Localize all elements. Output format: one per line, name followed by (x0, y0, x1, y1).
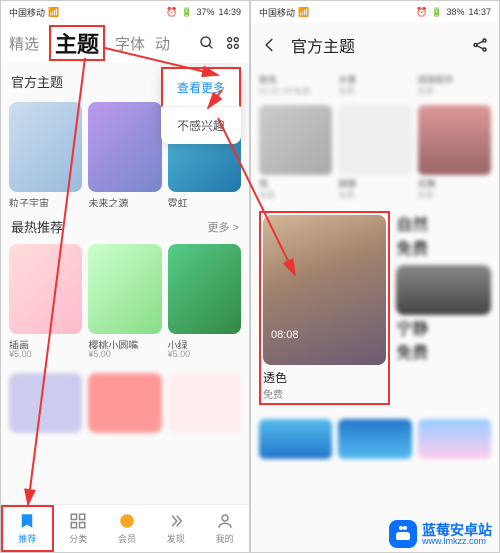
nav-discover[interactable]: 发现 (151, 505, 200, 552)
theme-card[interactable]: 娴静免费 (338, 105, 411, 201)
page-title: 官方主题 (291, 33, 355, 57)
theme-card[interactable]: 樱桃小圆嘴 ¥5.00 (88, 244, 161, 359)
nav-member[interactable]: 会员 (103, 505, 152, 552)
theme-card[interactable]: 简免费 (259, 105, 332, 201)
dropdown-not-interested[interactable]: 不感兴趣 (161, 107, 241, 144)
tab-anim[interactable]: 动 (155, 33, 170, 54)
theme-card[interactable]: 未来之源 (88, 102, 161, 207)
top-tabs: 精选 主题 字体 动 (1, 23, 249, 63)
phone-right-screenshot: 中国移动 📶 ⏰ 🔋 38% 14:37 官方主题 致色¥3.00 VIP免费 … (250, 0, 500, 553)
dropdown-view-more[interactable]: 查看更多 (161, 67, 241, 107)
back-icon[interactable] (261, 36, 279, 54)
clock-label: 14:39 (218, 7, 241, 17)
theme-card[interactable]: 粒子宇宙 (9, 102, 82, 207)
featured-theme-name: 透色 (263, 369, 386, 386)
alarm-icon: ⏰ (416, 7, 427, 18)
search-icon[interactable] (199, 35, 215, 51)
featured-theme-card[interactable]: 08:08 透色 免费 (259, 211, 390, 405)
theme-row-partial (251, 415, 499, 463)
watermark-robot-icon (389, 520, 417, 548)
grid-icon[interactable] (225, 35, 241, 51)
page-header: 官方主题 (251, 23, 499, 67)
theme-card[interactable]: 插画 ¥5.00 (9, 244, 82, 359)
watermark-title: 蓝莓安卓站 (422, 523, 492, 537)
theme-thumbnail (88, 102, 161, 192)
hot-more-link[interactable]: 更多 > (208, 219, 239, 235)
theme-thumbnail (9, 102, 82, 192)
dropdown-menu: 查看更多 不感兴趣 (161, 67, 241, 144)
share-icon[interactable] (471, 36, 489, 54)
battery-percent: 37% (196, 7, 214, 17)
signal-icon: 📶 (298, 7, 309, 18)
status-bar: 中国移动 📶 ⏰ 🔋 37% 14:39 (1, 1, 249, 23)
theme-card[interactable]: 自然 免费 (396, 211, 491, 259)
theme-thumbnail (88, 244, 161, 334)
watermark: 蓝莓安卓站 www.lmkzz.com (389, 520, 492, 548)
theme-thumbnail (9, 244, 82, 334)
battery-percent: 38% (446, 7, 464, 17)
featured-theme-row: 08:08 透色 免费 自然 免费 宁静 免费 (251, 205, 499, 411)
theme-thumbnail (168, 244, 241, 334)
status-bar: 中国移动 📶 ⏰ 🔋 38% 14:37 (251, 1, 499, 23)
theme-card[interactable]: 小绿 ¥5.00 (168, 244, 241, 359)
phone-left-screenshot: 中国移动 📶 ⏰ 🔋 37% 14:39 精选 主题 字体 动 官方 (0, 0, 250, 553)
person-icon (216, 512, 234, 530)
hot-title: 最热推荐 (11, 217, 63, 236)
tab-themes[interactable]: 主题 (49, 25, 105, 61)
carrier-label: 中国移动 (9, 6, 45, 19)
hot-section-header: 最热推荐 更多 > (1, 211, 249, 240)
bottom-nav: 推荐 分类 会员 发现 我的 (1, 504, 249, 552)
nav-categories[interactable]: 分类 (54, 505, 103, 552)
nav-mine[interactable]: 我的 (200, 505, 249, 552)
watermark-url: www.lmkzz.com (422, 537, 492, 546)
alarm-icon: ⏰ (166, 7, 177, 18)
tab-fonts[interactable]: 字体 (115, 33, 145, 54)
official-title: 官方主题 (11, 72, 63, 91)
signal-icon: 📶 (48, 7, 59, 18)
clock-label: 14:37 (468, 7, 491, 17)
tab-featured[interactable]: 精选 (9, 33, 39, 54)
grid-icon (69, 512, 87, 530)
theme-thumbnail (396, 265, 491, 315)
carrier-label: 中国移动 (259, 6, 295, 19)
nav-recommend[interactable]: 推荐 (1, 505, 54, 552)
featured-theme-price: 免费 (263, 386, 386, 401)
featured-theme-thumbnail: 08:08 (263, 215, 386, 365)
discover-icon (167, 512, 185, 530)
theme-row: 简免费 娴静免费 花舞免费 (251, 101, 499, 205)
theme-card[interactable]: 宁静 免费 (396, 265, 491, 363)
battery-icon: 🔋 (181, 7, 192, 18)
bookmark-icon (18, 512, 36, 530)
battery-icon: 🔋 (431, 7, 442, 18)
coin-icon (118, 512, 136, 530)
side-theme-cards: 自然 免费 宁静 免费 (396, 211, 491, 405)
hot-grid: 插画 ¥5.00 樱桃小圆嘴 ¥5.00 小绿 ¥5.00 (1, 240, 249, 363)
theme-row-partial: 致色¥3.00 VIP免费 水墨免费 绮丽昭华免费 (251, 67, 499, 101)
theme-card[interactable]: 花舞免费 (418, 105, 491, 201)
partial-grid (1, 369, 249, 437)
lockscreen-time-overlay: 08:08 (271, 329, 299, 341)
